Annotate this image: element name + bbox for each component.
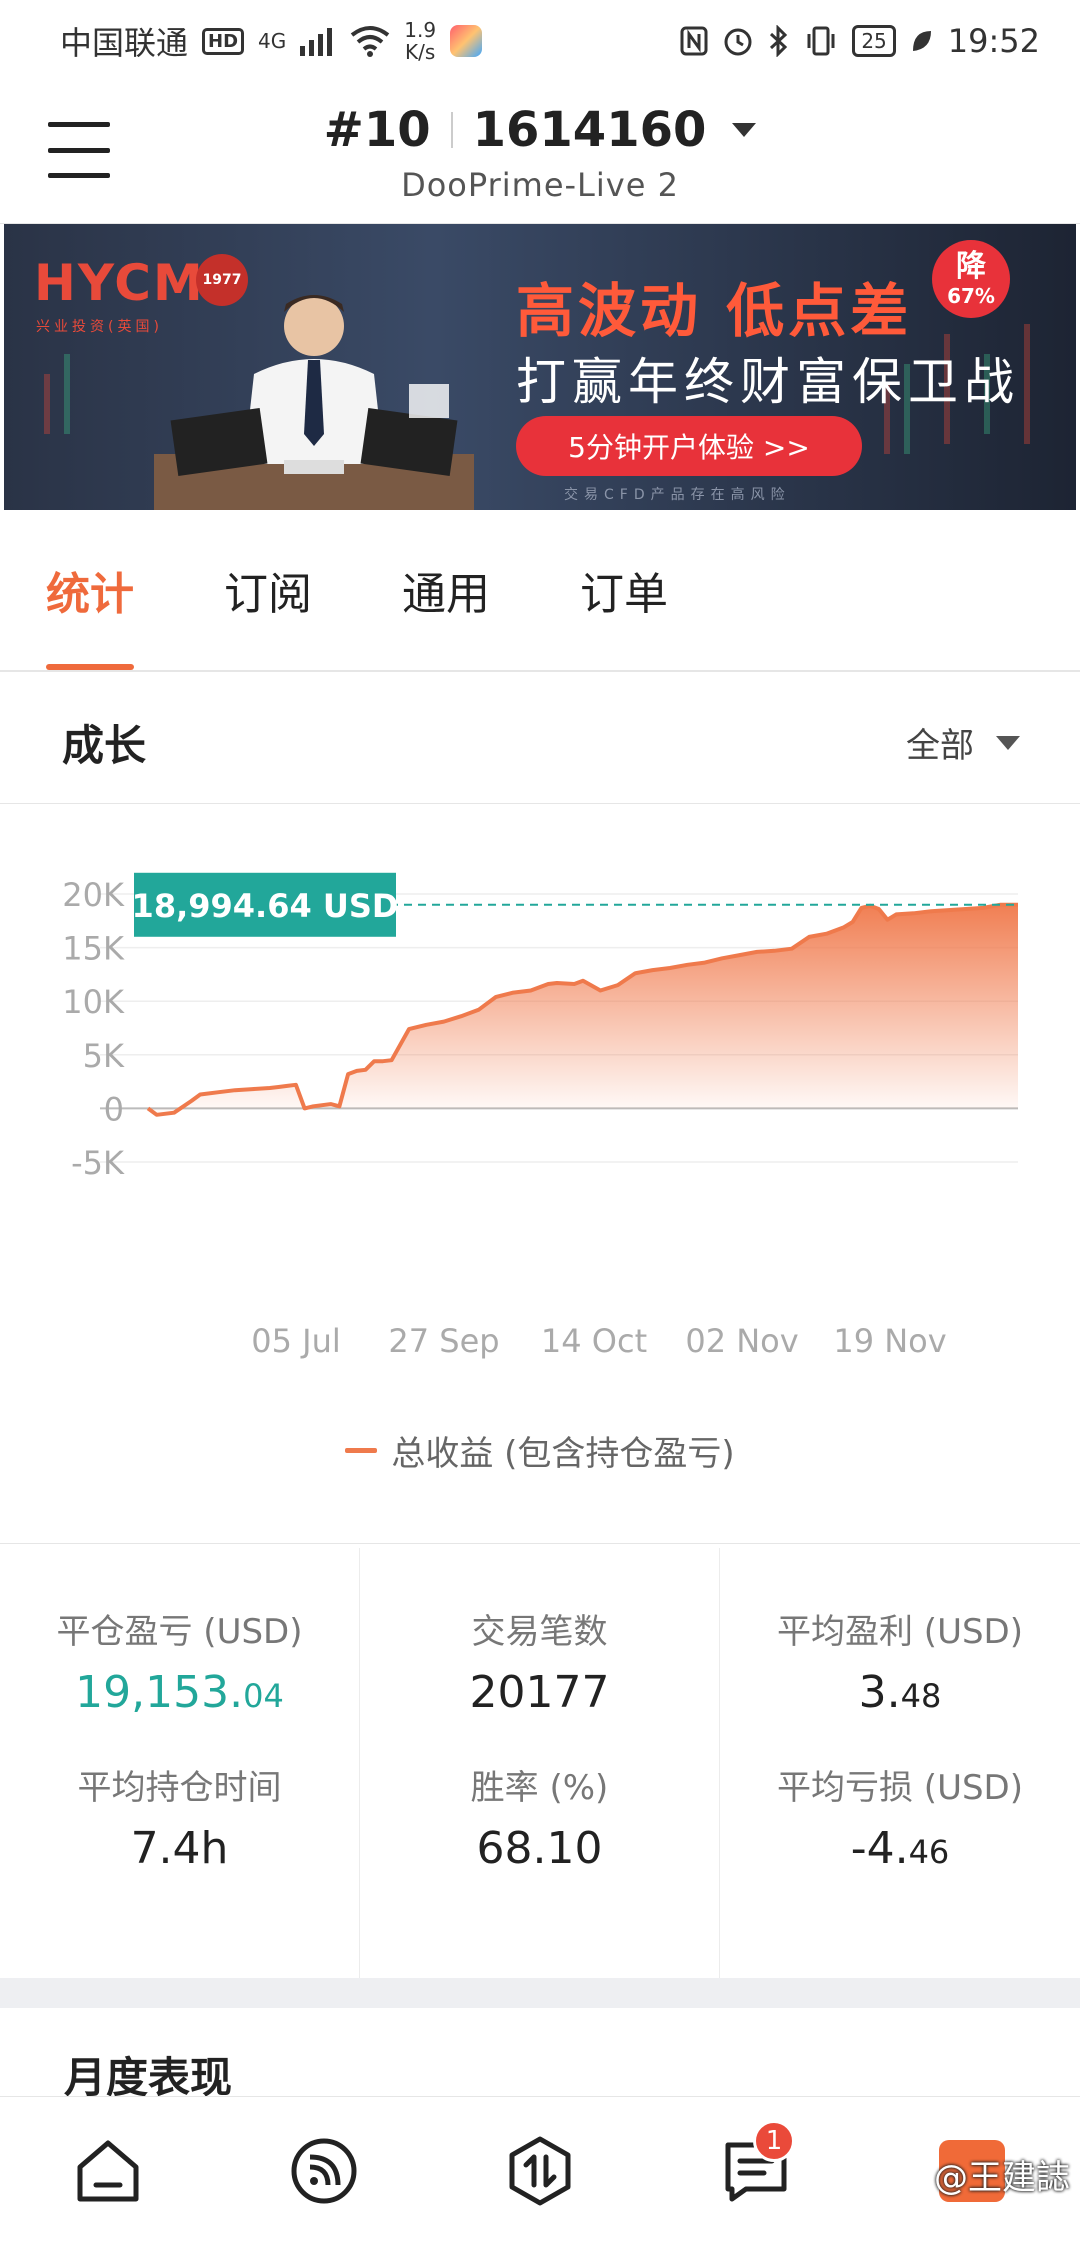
- tab-bar: 统计 订阅 通用 订单: [0, 510, 1080, 672]
- stat-value: 3.48: [858, 1667, 942, 1718]
- app-header: #10 1614160 DooPrime-Live 2: [0, 82, 1080, 224]
- battery-indicator: 25: [852, 25, 896, 57]
- tab-subscribe[interactable]: 订阅: [224, 510, 312, 670]
- banner-headline: 高波动 低点差: [516, 277, 913, 345]
- watermark: @王建誌: [934, 2158, 1070, 2198]
- y-tick-label: -5K: [71, 1144, 125, 1182]
- banner-logo-subtitle: 兴业投资(英国): [36, 319, 163, 335]
- stats-column-1: 平仓盈亏 (USD) 19,153.04 平均持仓时间 7.4h: [0, 1548, 360, 1978]
- account-number: #10: [323, 102, 431, 158]
- stat-value: -4.46: [850, 1823, 950, 1874]
- discount-badge: 降 67%: [932, 240, 1010, 318]
- legend-label: 总收益 (包含持仓盈亏): [391, 1434, 735, 1474]
- stat-value: 20177: [469, 1667, 610, 1718]
- status-right: 25 19:52: [680, 22, 1040, 60]
- bluetooth-icon: [770, 25, 788, 57]
- status-left: 中国联通 HD 4G 1.9 K/s: [60, 18, 483, 64]
- stat-label: 交易笔数: [471, 1612, 608, 1652]
- chevron-down-icon: [732, 123, 757, 137]
- x-tick-label: 02 Nov: [685, 1322, 798, 1360]
- chart-legend: 总收益 (包含持仓盈亏): [0, 1426, 1080, 1475]
- account-id: 1614160: [472, 102, 707, 158]
- nfc-icon: [680, 26, 708, 56]
- legend-swatch: [345, 1448, 378, 1453]
- vibrate-icon: [807, 26, 835, 56]
- status-bar: 中国联通 HD 4G 1.9 K/s 25 19:52: [0, 0, 1080, 82]
- y-tick-label: 20K: [62, 876, 125, 914]
- ad-banner[interactable]: HYCM 兴业投资(英国) 1977 高波动 低点差 打赢年终财富保卫战 降 6…: [4, 224, 1076, 510]
- x-tick-label: 05 Jul: [251, 1322, 341, 1360]
- monthly-performance-section: 月度表现: [0, 2008, 1080, 2104]
- y-tick-label: 0: [104, 1090, 124, 1128]
- wifi-icon: [351, 26, 390, 57]
- tab-orders[interactable]: 订单: [580, 510, 668, 670]
- hd-badge: HD: [202, 27, 245, 55]
- x-tick-label: 14 Oct: [541, 1322, 647, 1360]
- stat-avg-hold-time: 平均持仓时间 7.4h: [78, 1760, 282, 1916]
- stat-label: 平仓盈亏 (USD): [56, 1612, 303, 1652]
- stats-column-2: 交易笔数 20177 胜率 (%) 68.10: [360, 1548, 720, 1978]
- net-speed: 1.9 K/s: [404, 18, 437, 64]
- stat-avg-profit: 平均盈利 (USD) 3.48: [777, 1604, 1023, 1760]
- clock: 19:52: [947, 22, 1040, 60]
- y-tick-label: 5K: [83, 1037, 125, 1075]
- account-selector[interactable]: #10 1614160 DooPrime-Live 2: [0, 102, 1080, 204]
- message-icon[interactable]: 1: [711, 2119, 801, 2216]
- x-tick-label: 19 Nov: [833, 1322, 946, 1360]
- risk-disclaimer: 交易CFD产品存在高风险: [564, 487, 791, 503]
- growth-section-header: 成长 全部: [0, 672, 1080, 804]
- section-title: 成长: [62, 721, 147, 770]
- message-count-badge: 1: [753, 2119, 795, 2162]
- leaf-icon: [912, 31, 931, 51]
- tab-general[interactable]: 通用: [402, 510, 490, 670]
- stat-win-rate: 胜率 (%) 68.10: [471, 1760, 609, 1916]
- stat-label: 平均持仓时间: [77, 1768, 282, 1808]
- current-value-label: 18,994.64 USD: [132, 887, 399, 925]
- x-tick-label: 27 Sep: [388, 1322, 499, 1360]
- home-icon[interactable]: [63, 2126, 153, 2216]
- stat-label: 平均亏损 (USD): [777, 1768, 1023, 1808]
- stat-closed-pnl: 平仓盈亏 (USD) 19,153.04: [57, 1604, 303, 1760]
- chevron-down-icon: [996, 735, 1020, 750]
- stat-value: 19,153.04: [75, 1667, 284, 1718]
- tab-statistics[interactable]: 统计: [46, 510, 134, 670]
- app-notification-icon: [450, 25, 483, 57]
- y-tick-label: 15K: [62, 930, 125, 968]
- stat-value: 68.10: [476, 1823, 603, 1874]
- range-filter-dropdown[interactable]: 全部: [906, 718, 1020, 767]
- divider: [450, 112, 453, 148]
- businessman-illustration: [154, 295, 474, 510]
- server-name: DooPrime-Live 2: [401, 166, 679, 204]
- y-tick-label: 10K: [62, 983, 125, 1021]
- stat-label: 平均盈利 (USD): [777, 1612, 1023, 1652]
- stat-trade-count: 交易笔数 20177: [470, 1604, 610, 1760]
- bottom-navigation: 1: [0, 2096, 1080, 2244]
- trade-icon[interactable]: [495, 2126, 585, 2216]
- stat-value: 7.4h: [130, 1823, 229, 1874]
- banner-subheadline: 打赢年终财富保卫战: [516, 353, 1020, 411]
- feed-icon[interactable]: [279, 2126, 369, 2216]
- network-type: 4G: [258, 29, 287, 53]
- stats-grid: 平仓盈亏 (USD) 19,153.04 平均持仓时间 7.4h 交易笔数 20…: [0, 1548, 1080, 1978]
- stat-label: 胜率 (%): [470, 1768, 609, 1808]
- section-divider: [0, 1978, 1080, 2008]
- carrier-label: 中国联通: [60, 24, 189, 62]
- signal-icon: [300, 28, 333, 56]
- stats-column-3: 平均盈利 (USD) 3.48 平均亏损 (USD) -4.46: [720, 1548, 1080, 1978]
- stat-avg-loss: 平均亏损 (USD) -4.46: [777, 1760, 1023, 1916]
- range-filter-label: 全部: [906, 726, 974, 766]
- open-account-button[interactable]: 5分钟开户体验 >>: [516, 416, 862, 476]
- alarm-icon: [724, 28, 752, 56]
